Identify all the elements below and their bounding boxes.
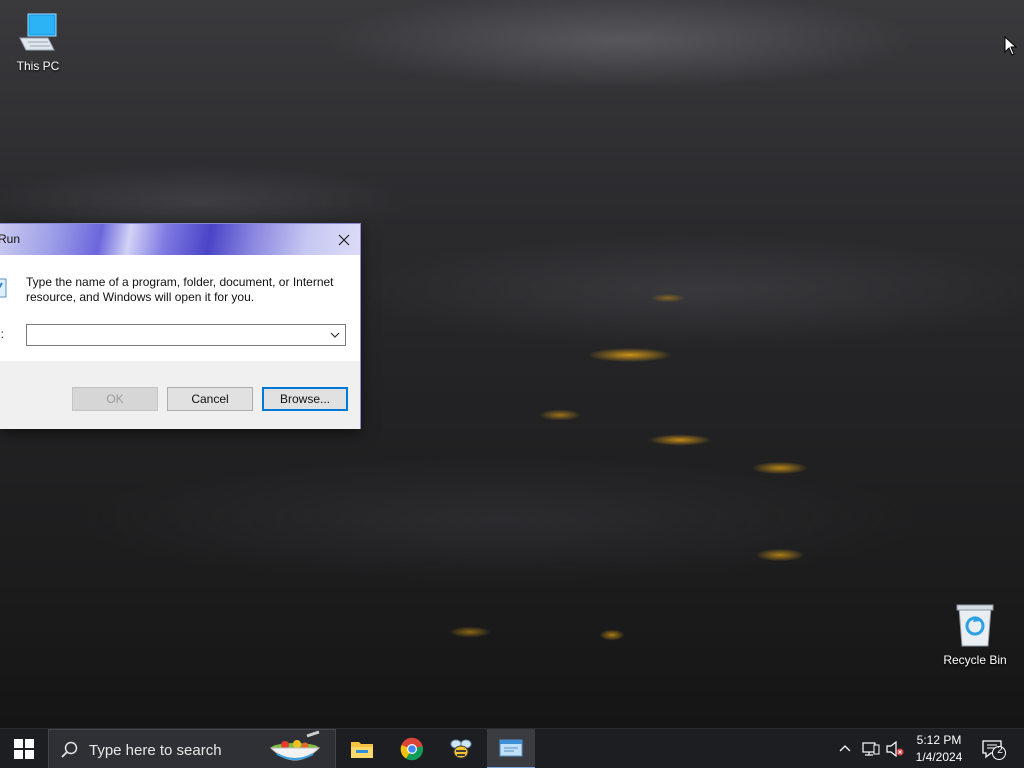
run-dialog-body: Type the name of a program, folder, docu…	[0, 255, 360, 361]
taskbar-bee-app[interactable]	[437, 729, 485, 768]
show-hidden-icons-button[interactable]	[838, 741, 852, 760]
desktop-icon-this-pc[interactable]: This PC	[0, 10, 76, 73]
ok-button[interactable]: OK	[72, 387, 158, 411]
open-dropdown-button[interactable]	[325, 325, 345, 345]
network-icon	[862, 742, 880, 756]
recycle-bin-icon	[956, 604, 994, 647]
windows-logo-icon	[14, 739, 34, 759]
open-label: n:	[0, 327, 5, 341]
run-dialog-titlebar[interactable]: Run	[0, 224, 360, 255]
run-dialog-description: Type the name of a program, folder, docu…	[26, 275, 334, 304]
taskbar: Type here to search 5:12 PM 1/4/2024 2	[0, 728, 1024, 768]
search-placeholder: Type here to search	[89, 742, 222, 759]
volume-tray-button[interactable]	[886, 740, 904, 762]
start-button[interactable]	[0, 729, 48, 768]
mouse-cursor	[1004, 35, 1018, 61]
taskbar-search-box[interactable]: Type here to search	[48, 729, 336, 768]
desktop-icon-recycle-bin[interactable]: Recycle Bin	[937, 602, 1013, 667]
chevron-down-icon	[330, 332, 340, 338]
network-tray-button[interactable]	[862, 741, 880, 762]
clock-time: 5:12 PM	[916, 733, 962, 747]
open-input[interactable]	[27, 325, 323, 345]
desktop-icon-label: Recycle Bin	[943, 653, 1007, 667]
bee-icon	[450, 739, 472, 759]
taskbar-clock[interactable]: 5:12 PM 1/4/2024	[905, 732, 973, 766]
clock-date: 1/4/2024	[915, 750, 963, 764]
folder-icon	[351, 742, 373, 758]
close-icon	[338, 234, 350, 245]
taskbar-run[interactable]	[487, 729, 535, 768]
taskbar-file-explorer[interactable]	[338, 729, 386, 768]
volume-muted-icon	[886, 740, 904, 758]
cancel-button[interactable]: Cancel	[167, 387, 253, 411]
notification-count-badge: 2	[997, 745, 1003, 756]
search-highlight-bowl-icon	[269, 730, 321, 761]
run-app-icon	[0, 277, 8, 304]
run-dialog-footer: OK Cancel Browse...	[0, 361, 360, 429]
run-dialog: Run Type the name of a program, folder, …	[0, 223, 361, 429]
run-window-icon	[499, 739, 523, 757]
action-center-button[interactable]: 2	[981, 739, 1007, 766]
this-pc-icon	[19, 13, 57, 51]
close-button[interactable]	[328, 224, 360, 255]
open-combobox[interactable]	[26, 324, 346, 346]
chrome-icon	[400, 737, 424, 761]
desktop-icon-label: This PC	[16, 59, 60, 73]
taskbar-chrome[interactable]	[388, 729, 436, 768]
browse-button[interactable]: Browse...	[262, 387, 348, 411]
search-icon	[61, 741, 78, 758]
chevron-up-icon	[839, 745, 851, 752]
run-dialog-title: Run	[0, 232, 21, 246]
cursor-arrow-icon	[1004, 35, 1018, 56]
